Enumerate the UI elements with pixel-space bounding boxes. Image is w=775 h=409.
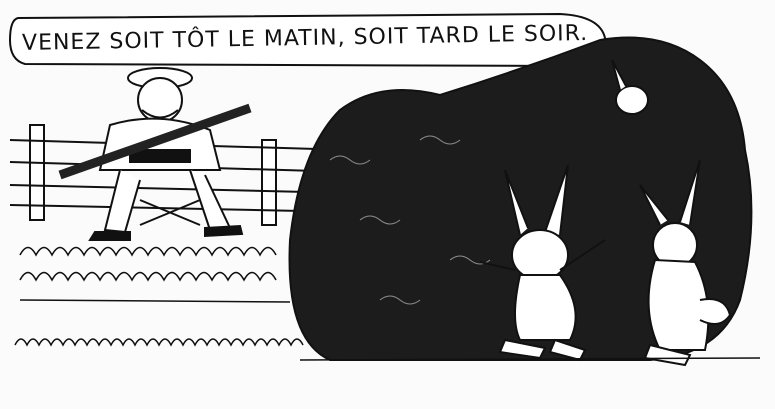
carrot-patch [19, 246, 291, 303]
comic-illustration [8, 12, 761, 367]
comic-panel: VENEZ SOIT TÔT LE MATIN, SOIT TARD LE SO… [0, 0, 775, 409]
hunter-figure [58, 67, 252, 241]
